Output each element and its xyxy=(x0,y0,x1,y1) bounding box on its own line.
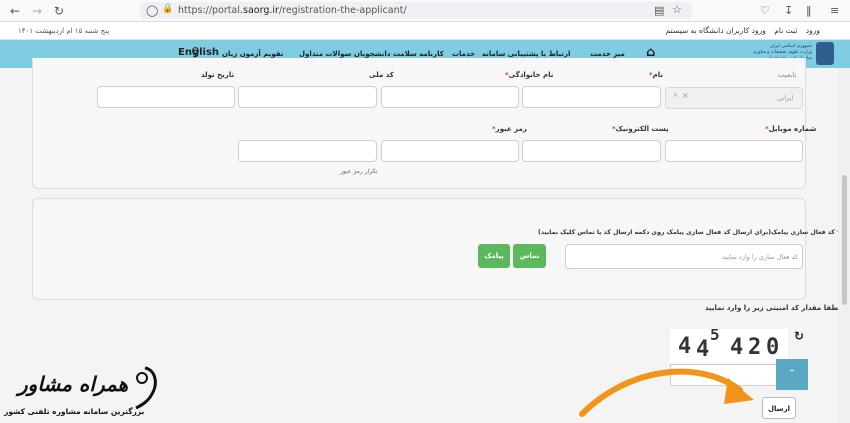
chevron-up-icon: ⌃ xyxy=(788,369,796,379)
password-confirm-input[interactable] xyxy=(238,140,377,162)
university-login-link[interactable]: ورود کاربران دانشگاه به سیستم xyxy=(666,26,766,35)
captcha-digit: 5 xyxy=(710,329,720,344)
captcha-image: 4 4 5 4 2 0 xyxy=(670,329,788,363)
mobile-input[interactable] xyxy=(665,140,803,162)
current-date: پنج شنبه ۱۵ ام اردیبهشت ۱۴۰۱ xyxy=(18,27,110,35)
download-icon[interactable]: ↧ xyxy=(784,4,793,17)
activation-label: *کد فعال سازی پیامک(برای ارسال کد فعال س… xyxy=(538,229,840,236)
email-input[interactable] xyxy=(522,140,661,162)
nav-services[interactable]: خدمات xyxy=(452,50,475,58)
reader-view-icon[interactable]: ▤ xyxy=(654,4,664,17)
mobile-label: شماره موبایل* xyxy=(765,125,817,133)
captcha-digit: 4 xyxy=(730,335,744,360)
activation-placeholder: کد فعال سازی را وارد نمایید xyxy=(722,253,799,261)
last-name-label: نام خانوادگی* xyxy=(505,71,554,79)
reload-icon[interactable]: ↻ xyxy=(54,4,64,18)
refresh-captcha-icon[interactable]: ↻ xyxy=(794,329,804,343)
browser-toolbar: ← → ↻ ◯ 🔒 https://portal.saorg.ir/regist… xyxy=(0,0,850,22)
captcha-digit: 0 xyxy=(766,335,780,360)
auth-links: ورود ثبت نام ورود کاربران دانشگاه به سیس… xyxy=(660,26,820,35)
watermark-title: همراه مشاور xyxy=(18,372,129,396)
first-name-label: نام* xyxy=(649,71,664,79)
shield-icon[interactable]: ◯ xyxy=(146,4,158,17)
lock-icon[interactable]: 🔒 xyxy=(162,4,173,14)
bookmark-star-icon[interactable]: ☆ xyxy=(672,3,682,16)
nav-support[interactable]: ارتباط با پشتیبانی سامانه xyxy=(482,50,570,58)
submit-button[interactable]: ارسال xyxy=(762,397,796,419)
password-input[interactable] xyxy=(381,140,519,162)
password-label: رمز عبور* xyxy=(492,125,527,133)
site-top-strip: پنج شنبه ۱۵ ام اردیبهشت ۱۴۰۱ ورود ثبت نا… xyxy=(0,22,850,40)
forward-arrow-icon[interactable]: → xyxy=(32,4,42,18)
watermark: همراه مشاور بزرگترین سامانه مشاوره تلفنی… xyxy=(0,360,170,423)
library-icon[interactable]: ‖ xyxy=(806,4,812,17)
menu-icon[interactable]: ≡ xyxy=(830,4,839,17)
pointer-arrow-icon xyxy=(579,368,754,417)
nav-service-desk[interactable]: میز خدمت xyxy=(590,50,625,58)
captcha-digit: 2 xyxy=(748,335,762,360)
national-code-input[interactable] xyxy=(238,86,377,108)
national-code-label: کد ملی xyxy=(369,71,394,79)
nav-health-card[interactable]: کارنامه سلامت دانشجویان xyxy=(354,50,444,58)
birth-date-label: تاریخ تولد xyxy=(201,71,235,79)
url-text: https://portal.saorg.ir/registration-the… xyxy=(178,5,407,16)
scroll-to-top-button[interactable]: ⌃ xyxy=(776,359,808,390)
personal-info-panel xyxy=(32,58,806,189)
watermark-subtitle: بزرگترین سامانه مشاوره تلفنی کشور xyxy=(4,407,145,416)
scrollbar-thumb[interactable] xyxy=(842,175,847,305)
password-confirm-hint: تکرار رمز عبور xyxy=(340,168,378,175)
nav-exam-calendar[interactable]: تقویم آزمون زبان xyxy=(222,50,283,58)
nav-faq[interactable]: سوالات متداول xyxy=(299,50,351,58)
clear-x-icon[interactable]: × xyxy=(682,91,689,100)
captcha-prompt: لطفا مقدار کد امنیتی زیر را وارد نمایید xyxy=(705,304,841,312)
back-arrow-icon[interactable]: ← xyxy=(10,4,20,18)
captcha-digit: 4 xyxy=(678,334,692,359)
phone-logo-icon xyxy=(135,366,157,410)
nationality-value: ایرانی xyxy=(777,94,794,102)
sms-button[interactable]: پیامک xyxy=(478,244,510,268)
emblem-icon xyxy=(816,42,834,65)
birth-date-input[interactable] xyxy=(97,86,235,108)
nationality-label: تابعیت xyxy=(778,71,797,79)
signup-link[interactable]: ثبت نام xyxy=(774,26,797,35)
captcha-digit: 4 xyxy=(696,337,710,362)
call-button[interactable]: تماس xyxy=(513,244,546,268)
last-name-input[interactable] xyxy=(381,86,519,108)
pocket-icon[interactable]: ♡ xyxy=(760,4,770,17)
first-name-input[interactable] xyxy=(522,86,661,108)
address-bar[interactable]: ◯ 🔒 https://portal.saorg.ir/registration… xyxy=(140,2,692,19)
email-label: پست الکترونیک* xyxy=(612,125,669,133)
search-icon[interactable]: ⚲ xyxy=(191,45,200,59)
dropdown-x-icon[interactable]: × xyxy=(673,92,678,99)
login-link[interactable]: ورود xyxy=(806,26,820,35)
